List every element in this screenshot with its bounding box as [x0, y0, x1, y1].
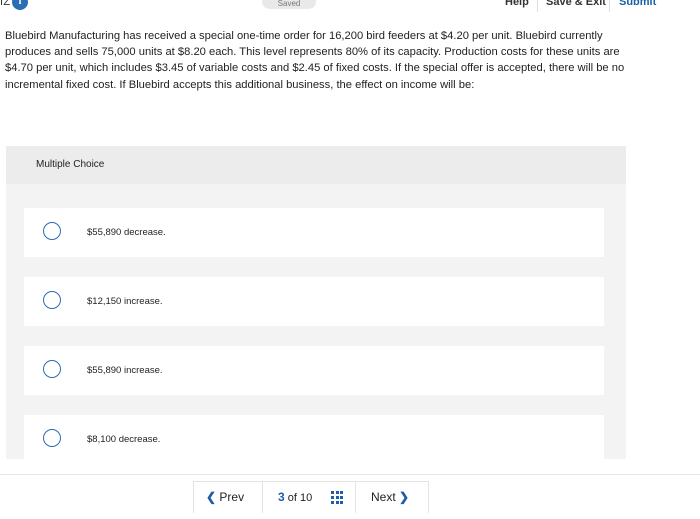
help-link[interactable]: Help: [505, 0, 529, 8]
choice-label: $12,150 increase.: [87, 296, 163, 307]
divider: [609, 0, 610, 12]
of-label: of: [287, 492, 297, 504]
choice-option-2[interactable]: $12,150 increase.: [24, 277, 604, 326]
page-indicator[interactable]: 3 of 10: [278, 490, 312, 504]
multiple-choice-title: Multiple Choice: [36, 159, 105, 170]
choice-label: $55,890 increase.: [87, 365, 163, 376]
radio-button[interactable]: [43, 222, 61, 240]
multiple-choice-header: Multiple Choice: [6, 146, 626, 184]
info-icon[interactable]: i: [12, 0, 28, 10]
next-label: Next: [371, 490, 396, 504]
question-navigation: ❮ Prev 3 of 10 Next ❯: [193, 481, 429, 513]
saved-status-badge: Saved: [262, 0, 316, 9]
chevron-left-icon: ❮: [206, 490, 217, 504]
choice-option-3[interactable]: $55,890 increase.: [24, 346, 604, 395]
radio-button[interactable]: [43, 429, 61, 447]
save-exit-link[interactable]: Save & Exit: [546, 0, 606, 8]
chevron-right-icon: ❯: [399, 490, 410, 504]
quiz-label: IZ: [0, 0, 11, 8]
grid-icon[interactable]: [331, 491, 344, 504]
top-bar: IZ i Saved Help Save & Exit Submit: [0, 0, 700, 12]
prev-button[interactable]: ❮ Prev: [206, 490, 244, 504]
divider: [262, 482, 263, 513]
question-text: Bluebird Manufacturing has received a sp…: [5, 30, 625, 91]
footer-divider: [0, 474, 700, 475]
radio-button[interactable]: [43, 360, 61, 378]
submit-link[interactable]: Submit: [619, 0, 656, 8]
multiple-choice-panel: Multiple Choice $55,890 decrease. $12,15…: [6, 146, 626, 459]
current-page: 3: [278, 490, 285, 504]
choice-option-1[interactable]: $55,890 decrease.: [24, 208, 604, 257]
radio-button[interactable]: [43, 291, 61, 309]
choice-label: $55,890 decrease.: [87, 227, 166, 238]
next-button[interactable]: Next ❯: [371, 490, 409, 504]
divider: [537, 0, 538, 12]
choice-label: $8,100 decrease.: [87, 434, 161, 445]
divider: [355, 482, 356, 513]
choice-option-4[interactable]: $8,100 decrease.: [24, 415, 604, 459]
prev-label: Prev: [219, 490, 245, 504]
total-pages: 10: [300, 492, 313, 504]
